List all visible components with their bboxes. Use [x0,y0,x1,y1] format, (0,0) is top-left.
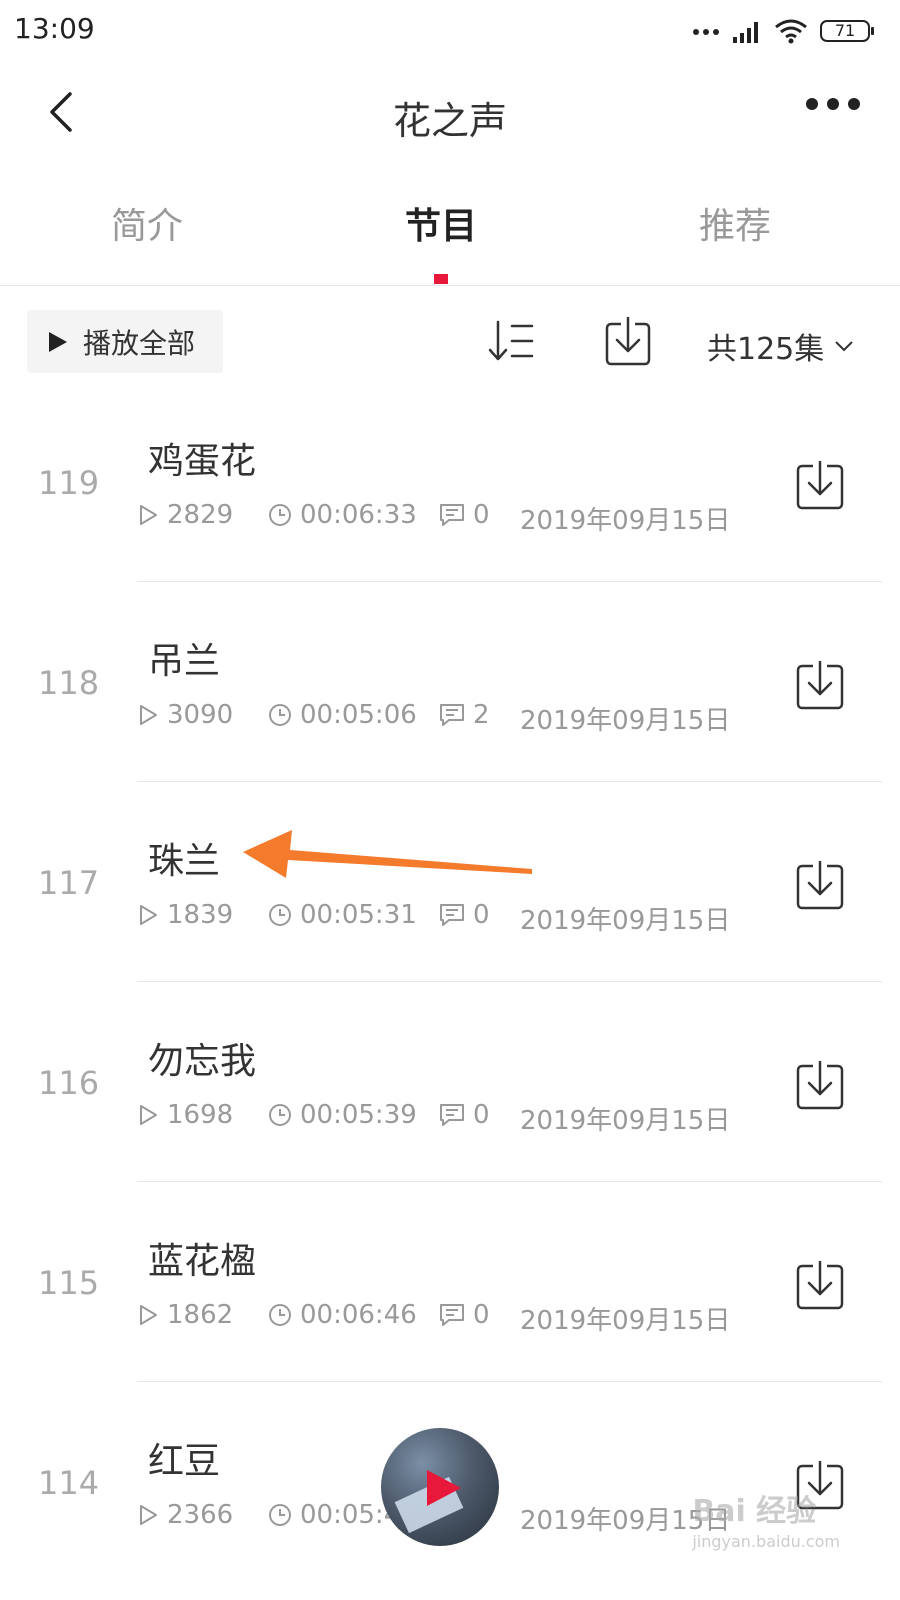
comment-icon [440,904,464,926]
play-count: 2829 [167,500,234,530]
comment-icon [440,504,464,526]
clock-icon [269,704,291,726]
tab-indicator [434,274,448,284]
episode-title[interactable]: 鸡蛋花 [148,432,256,484]
episode-number: 118 [38,664,100,702]
list-toolbar: 播放全部 共125集 [0,300,900,390]
battery-icon: 71 [820,20,874,42]
play-icon [427,1470,461,1506]
signal-icon [733,22,758,43]
clock-icon [269,1104,291,1126]
episode-count-dropdown[interactable]: 共125集 [707,324,854,368]
play-all-label: 播放全部 [83,326,196,360]
publish-date: 2019年09月15日 [520,1106,731,1136]
comment-icon [440,1104,464,1126]
status-icons: 71 [692,14,874,48]
comment-count: 0 [473,1100,490,1130]
publish-date: 2019年09月15日 [520,1306,731,1336]
more-icon[interactable] [806,98,860,110]
download-icon[interactable] [795,1060,845,1110]
comment-icon [440,704,464,726]
sort-icon[interactable] [486,318,536,364]
episode-title[interactable]: 红豆 [148,1432,220,1484]
episode-row[interactable]: 118 吊兰 3090 00:05:06 2 2019年09月15日 [0,582,900,782]
play-all-button[interactable]: 播放全部 [27,310,223,373]
watermark: Bai 经验 jingyan.baidu.com [692,1486,840,1551]
duration: 00:06:46 [300,1300,417,1330]
publish-date: 2019年09月15日 [520,506,731,536]
page-title: 花之声 [392,99,507,143]
mini-player-button[interactable] [381,1428,499,1546]
duration: 00:06:33 [300,500,417,530]
play-count-icon [140,705,157,725]
comment-count: 0 [473,900,490,930]
episode-row[interactable]: 115 蓝花楹 1862 00:06:46 0 2019年09月15日 [0,1182,900,1382]
episode-row[interactable]: 119 鸡蛋花 2829 00:06:33 0 2019年09月15日 [0,382,900,582]
download-icon[interactable] [795,1260,845,1310]
clock-icon [269,904,291,926]
episode-number: 117 [38,864,100,902]
comment-count: 0 [473,500,490,530]
battery-level: 71 [834,21,856,40]
publish-date: 2019年09月15日 [520,906,731,936]
episode-count: 共125集 [707,332,825,367]
clock-icon [269,1304,291,1326]
comment-count: 2 [473,700,490,730]
nav-bar: 花之声 [0,62,900,162]
episode-title[interactable]: 蓝花楹 [148,1232,256,1284]
episode-number: 119 [38,464,100,502]
duration: 00:05:06 [300,700,417,730]
download-icon[interactable] [795,860,845,910]
status-bar: 13:09 71 [0,0,900,62]
episode-row[interactable]: 116 勿忘我 1698 00:05:39 0 2019年09月15日 [0,982,900,1182]
download-icon[interactable] [604,316,652,368]
comment-count: 0 [473,1300,490,1330]
play-count: 1698 [167,1100,234,1130]
watermark-url: jingyan.baidu.com [692,1532,840,1551]
play-count-icon [140,505,157,525]
status-time: 13:09 [14,12,95,45]
tab-bar: 简介 节目 推荐 [0,175,900,286]
play-count: 3090 [167,700,234,730]
episode-title[interactable]: 勿忘我 [148,1032,256,1084]
duration: 00:05:31 [300,900,417,930]
play-count: 1839 [167,900,234,930]
episode-title[interactable]: 珠兰 [148,832,220,884]
comment-icon [440,1304,464,1326]
clock-icon [269,504,291,526]
clock-icon [269,1504,291,1526]
duration: 00:05:39 [300,1100,417,1130]
download-icon[interactable] [795,460,845,510]
play-count-icon [140,905,157,925]
signal-dots-icon [693,29,719,35]
episode-number: 116 [38,1064,100,1102]
chevron-down-icon [835,341,853,352]
play-count-icon [140,1105,157,1125]
episode-title[interactable]: 吊兰 [148,632,220,684]
play-icon [49,331,67,352]
play-count-icon [140,1505,157,1525]
play-count-icon [140,1305,157,1325]
tab-recommend[interactable]: 推荐 [635,197,835,249]
play-count: 1862 [167,1300,234,1330]
watermark-brand: Bai 经验 [692,1494,817,1529]
episode-list: 119 鸡蛋花 2829 00:06:33 0 2019年09月15日 118 … [0,382,900,1582]
episode-number: 115 [38,1264,100,1302]
episode-number: 114 [38,1464,100,1502]
tab-intro[interactable]: 简介 [47,197,247,249]
wifi-icon [775,19,807,44]
tab-episodes[interactable]: 节目 [341,197,541,249]
publish-date: 2019年09月15日 [520,706,731,736]
play-count: 2366 [167,1500,234,1530]
download-icon[interactable] [795,660,845,710]
episode-row[interactable]: 117 珠兰 1839 00:05:31 0 2019年09月15日 [0,782,900,982]
